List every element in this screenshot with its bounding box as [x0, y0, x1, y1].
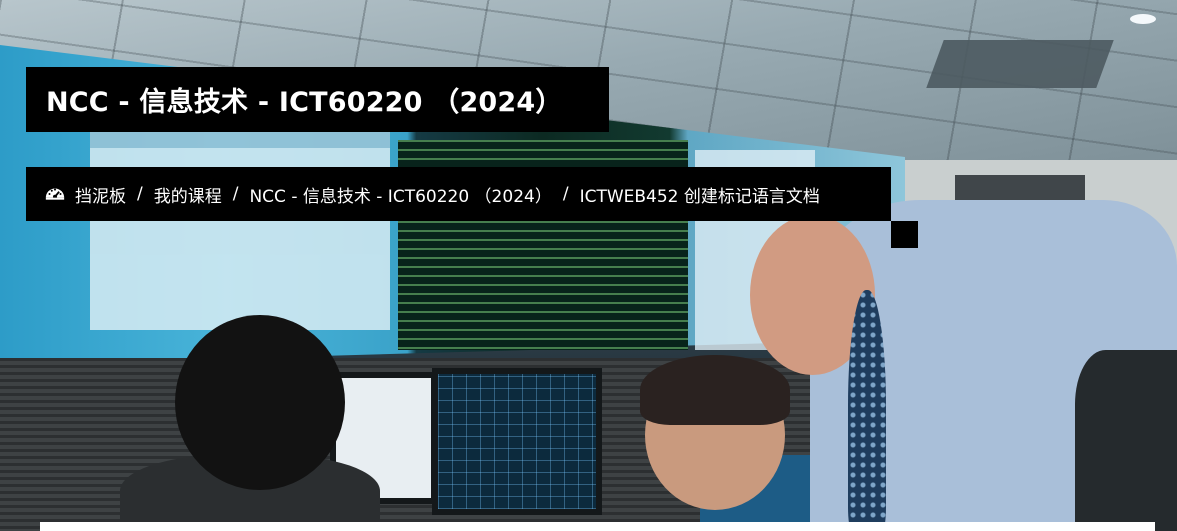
office-chair [1075, 350, 1177, 531]
page-title: NCC - 信息技术 - ICT60220 （2024） [46, 87, 563, 118]
video-wall-panel-left [90, 130, 390, 330]
dashboard-gauge-icon [44, 183, 66, 205]
ceiling-vent [926, 40, 1114, 88]
breadcrumb-separator: / [562, 184, 569, 204]
person-seated-left-head [175, 315, 345, 490]
breadcrumb-list: 挡泥板 / 我的课程 / NCC - 信息技术 - ICT60220 （2024… [44, 182, 820, 207]
desk-monitor-floorplan [432, 368, 602, 515]
breadcrumb-separator: / [137, 184, 143, 204]
ceiling-light [1130, 14, 1156, 24]
person-standing-tie [848, 290, 886, 531]
breadcrumb: 挡泥板 / 我的课程 / NCC - 信息技术 - ICT60220 （2024… [26, 167, 891, 221]
breadcrumb-corner-block [891, 221, 918, 248]
content-area-edge [40, 522, 1155, 531]
breadcrumb-item-current: ICTWEB452 创建标记语言文档 [579, 186, 820, 207]
breadcrumb-item-dashboard[interactable]: 挡泥板 [75, 182, 126, 207]
breadcrumb-item-course[interactable]: NCC - 信息技术 - ICT60220 （2024） [249, 182, 551, 207]
page-header: NCC - 信息技术 - ICT60220 （2024） [26, 67, 609, 132]
breadcrumb-separator: / [232, 184, 239, 204]
breadcrumb-item-my-courses[interactable]: 我的课程 [154, 182, 222, 207]
person-seated-center-hair [640, 355, 790, 425]
